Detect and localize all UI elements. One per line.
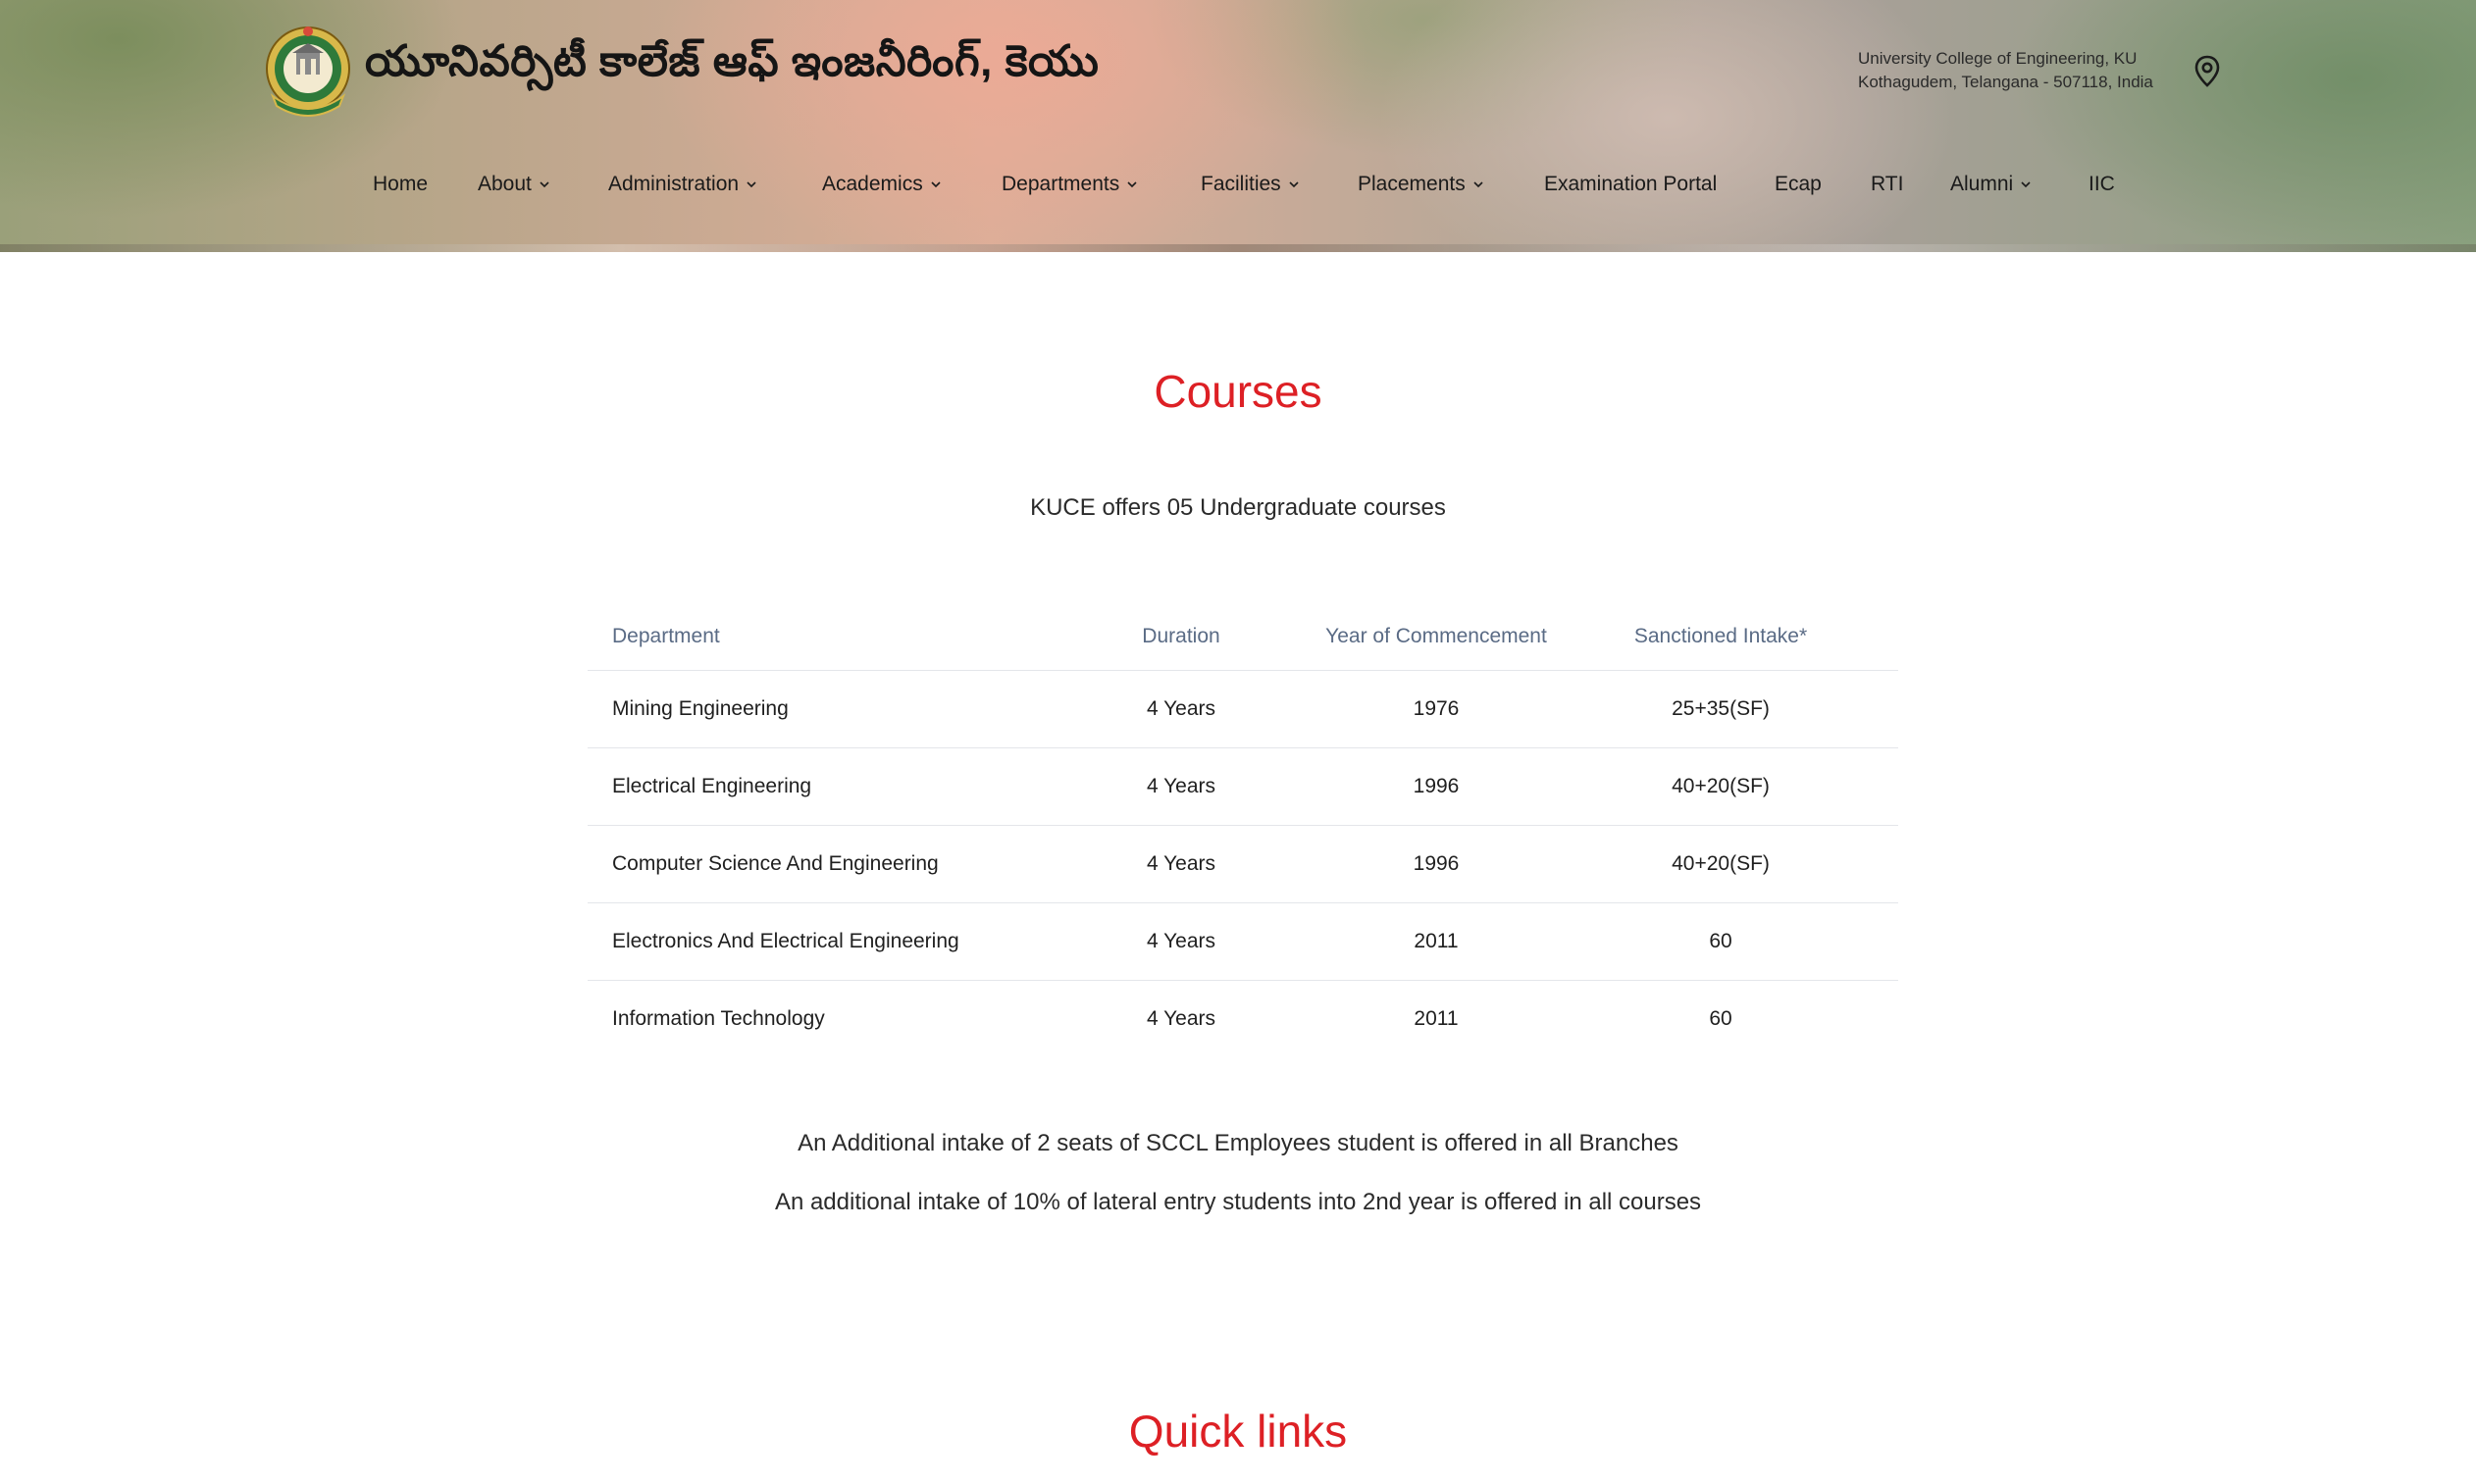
cell-duration: 4 Years [1146,852,1216,875]
cell-year: 2011 [1414,1007,1459,1030]
cell-duration: 4 Years [1146,930,1216,952]
chevron-down-icon [1127,181,1137,188]
header-department: Department [612,625,720,647]
table-row: Information Technology 4 Years 2011 60 [588,980,1898,1057]
chevron-down-icon [931,181,941,188]
nav-label: Examination Portal [1544,173,1718,195]
cell-department: Mining Engineering [612,697,789,720]
header-year-of-commencement: Year of Commencement [1325,625,1547,647]
header-sanctioned-intake: Sanctioned Intake* [1633,625,1808,647]
university-logo[interactable] [263,24,353,118]
header-duration: Duration [1142,625,1220,647]
location-pin-icon[interactable] [2193,55,2221,88]
nav-label: Facilities [1201,173,1281,195]
address-block: University College of Engineering, KU Ko… [1858,47,2153,94]
chevron-down-icon [747,181,756,188]
nav-administration[interactable]: Administration [608,173,758,196]
nav-examination-portal[interactable]: Examination Portal [1544,173,1717,196]
quick-links-title: Quick links [1128,1406,1348,1457]
courses-intro: KUCE offers 05 Undergraduate courses [1030,494,1446,521]
cell-duration: 4 Years [1146,775,1216,797]
cell-year: 1996 [1413,775,1460,797]
cell-year: 1976 [1413,697,1460,720]
address-line-1: University College of Engineering, KU [1858,49,2138,68]
table-header-row: Department Duration Year of Commencement… [588,602,1898,671]
cell-intake: 25+35(SF) [1672,697,1770,720]
nav-label: Home [373,173,429,195]
cell-department: Electronics And Electrical Engineering [612,930,959,952]
nav-alumni[interactable]: Alumni [1950,173,2033,196]
cell-duration: 4 Years [1146,1007,1216,1030]
cell-year: 2011 [1414,930,1459,952]
main-navigation: Home About Administration Academics Depa… [0,173,2476,206]
nav-about[interactable]: About [478,173,551,196]
nav-label: Academics [822,173,923,195]
cell-duration: 4 Years [1146,697,1216,720]
nav-label: Ecap [1775,173,1822,195]
nav-placements[interactable]: Placements [1358,173,1485,196]
chevron-down-icon [2021,181,2031,188]
table-row: Electronics And Electrical Engineering 4… [588,902,1898,980]
nav-iic[interactable]: IIC [2089,173,2115,196]
nav-academics[interactable]: Academics [822,173,943,196]
table-row: Electrical Engineering 4 Years 1996 40+2… [588,747,1898,825]
cell-department: Information Technology [612,1007,825,1030]
nav-label: Alumni [1950,173,2014,195]
nav-label: Placements [1358,173,1466,195]
cell-department: Electrical Engineering [612,775,812,797]
chevron-down-icon [1289,181,1299,188]
nav-rti[interactable]: RTI [1871,173,1903,196]
cell-intake: 60 [1709,1007,1732,1030]
chevron-down-icon [540,181,549,188]
site-title[interactable]: యూనివర్సిటీ కాలేజ్ ఆఫ్ ఇంజనీరింగ్, కెయు [365,37,1099,97]
nav-facilities[interactable]: Facilities [1201,173,1301,196]
cell-intake: 40+20(SF) [1672,852,1770,875]
nav-label: RTI [1871,173,1904,195]
cell-intake: 40+20(SF) [1672,775,1770,797]
table-row: Mining Engineering 4 Years 1976 25+35(SF… [588,670,1898,747]
nav-ecap[interactable]: Ecap [1775,173,1822,196]
chevron-down-icon [1473,181,1483,188]
table-row: Computer Science And Engineering 4 Years… [588,825,1898,902]
courses-note-lateral-entry: An additional intake of 10% of lateral e… [774,1189,1702,1215]
address-line-2: Kothagudem, Telangana - 507118, India [1858,73,2153,91]
cell-department: Computer Science And Engineering [612,852,939,875]
nav-label: Departments [1002,173,1120,195]
nav-label: About [478,173,532,195]
nav-departments[interactable]: Departments [1002,173,1139,196]
nav-label: Administration [608,173,740,195]
cell-year: 1996 [1413,852,1460,875]
site-header: యూనివర్సిటీ కాలేజ్ ఆఫ్ ఇంజనీరింగ్, కెయు … [0,0,2476,252]
courses-title: Courses [1154,366,1322,417]
courses-note-sccl: An Additional intake of 2 seats of SCCL … [798,1130,1678,1156]
nav-label: IIC [2089,173,2115,195]
nav-home[interactable]: Home [373,173,428,196]
cell-intake: 60 [1709,930,1732,952]
